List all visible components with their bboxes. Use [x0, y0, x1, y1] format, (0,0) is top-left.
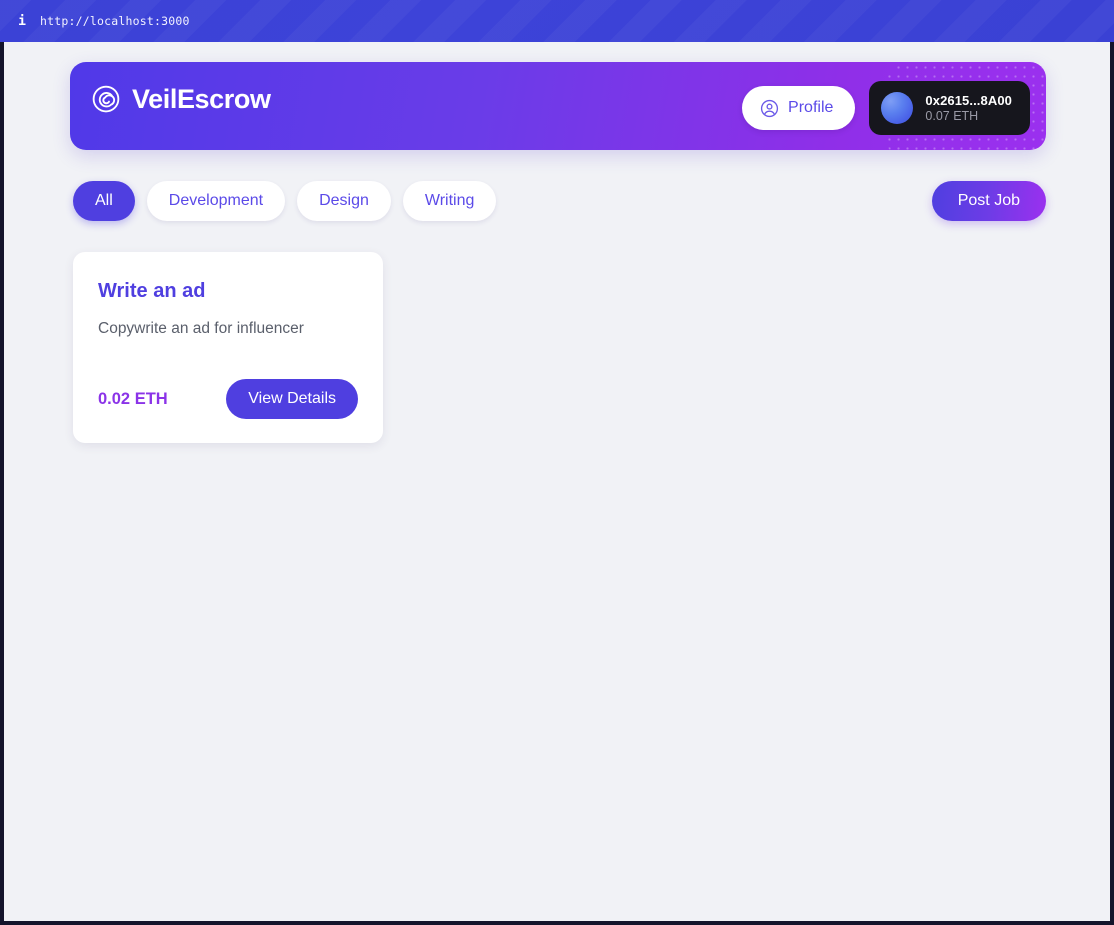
url-text[interactable]: http://localhost:3000 [40, 14, 190, 28]
post-job-button[interactable]: Post Job [931, 181, 1046, 221]
wallet-balance: 0.07 ETH [925, 108, 979, 123]
job-card[interactable]: Write an ad Copywrite an ad for influence… [73, 252, 383, 444]
filter-row: All Development Design Writing Post Job [73, 181, 1046, 221]
user-circle-icon [760, 99, 779, 117]
site-header: VeilEscrow Profile 0x2615...8A00 0.07 ET… [70, 62, 1046, 150]
filter-pill-writing[interactable]: Writing [402, 181, 497, 221]
spiral-logo-icon [92, 85, 120, 113]
profile-label: Profile [788, 99, 834, 116]
wallet-chip[interactable]: 0x2615...8A00 0.07 ETH [869, 81, 1030, 135]
wallet-text: 0x2615...8A00 0.07 ETH [925, 94, 1012, 123]
job-card-footer: 0.02 ETH View Details [98, 379, 358, 420]
profile-button[interactable]: Profile [742, 86, 856, 130]
brand-name: VeilEscrow [132, 83, 271, 114]
page-viewport: VeilEscrow Profile 0x2615...8A00 0.07 ET… [4, 42, 1110, 921]
filter-pill-design[interactable]: Design [297, 181, 391, 221]
browser-url-bar: i http://localhost:3000 [0, 0, 1114, 42]
filter-pill-all[interactable]: All [73, 181, 135, 221]
brand[interactable]: VeilEscrow [91, 84, 271, 114]
wallet-address: 0x2615...8A00 [925, 92, 1012, 108]
wallet-avatar [881, 92, 914, 124]
job-grid: Write an ad Copywrite an ad for influence… [73, 252, 1046, 444]
header-actions: Profile 0x2615...8A00 0.07 ETH [742, 81, 1030, 135]
job-description: Copywrite an ad for influencer [98, 320, 304, 337]
info-icon: i [18, 13, 26, 29]
filter-pill-development[interactable]: Development [146, 181, 286, 221]
job-price: 0.02 ETH [98, 389, 168, 408]
job-title: Write an ad [98, 280, 206, 302]
view-details-button[interactable]: View Details [226, 379, 358, 420]
browser-window: i http://localhost:3000 VeilEscrow Profi… [0, 0, 1114, 925]
filter-pill-group: All Development Design Writing [73, 181, 497, 221]
